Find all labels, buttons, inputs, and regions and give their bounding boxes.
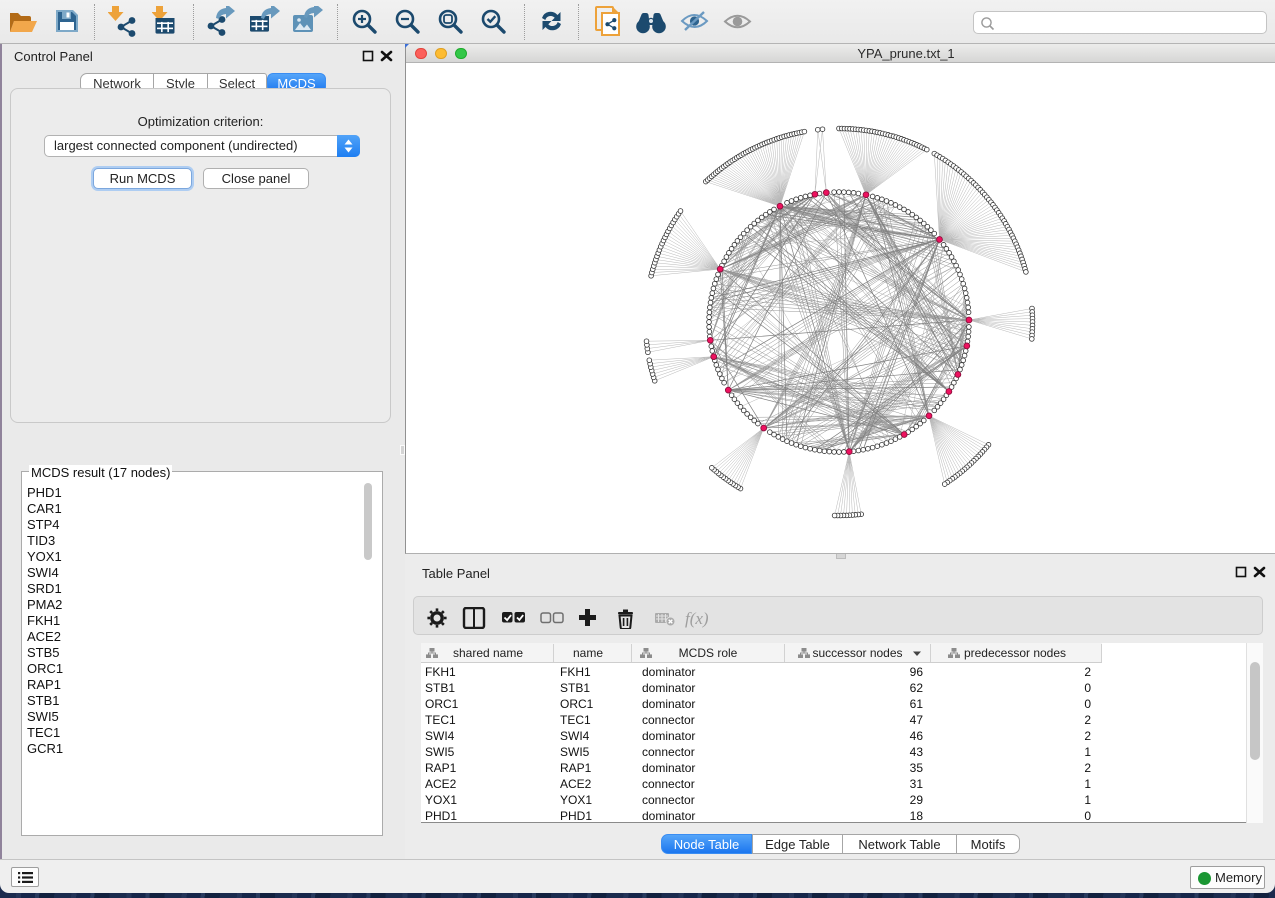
svg-text:f(x): f(x) [685,609,709,628]
